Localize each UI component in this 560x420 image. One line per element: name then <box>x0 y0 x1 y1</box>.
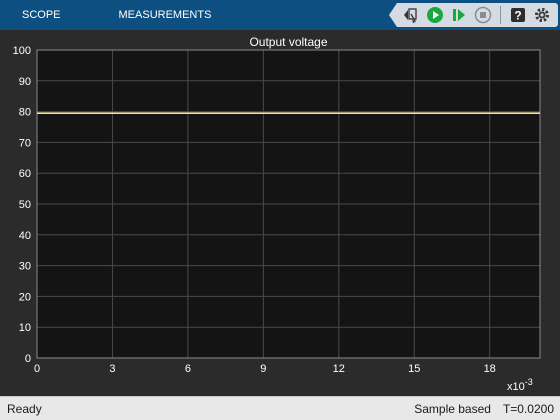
toolstrip: SCOPE MEASUREMENTS ? <box>0 0 560 30</box>
stop-icon[interactable] <box>472 4 494 26</box>
simulation-time: T=0.0200 <box>502 401 554 416</box>
y-tick-label: 10 <box>19 322 31 334</box>
y-tick-label: 60 <box>19 168 31 180</box>
x-tick-label: 9 <box>260 363 266 375</box>
x-tick-label: 6 <box>185 363 191 375</box>
help-icon[interactable]: ? <box>507 4 529 26</box>
y-tick-label: 0 <box>25 353 31 365</box>
x-tick-label: 12 <box>333 363 345 375</box>
y-tick-label: 100 <box>13 45 31 57</box>
x-tick-label: 15 <box>408 363 420 375</box>
scope-figure: 0 10 20 30 40 50 60 70 80 90 100 0 3 6 9 12 15 18 Output v… <box>0 30 560 396</box>
toolbar-separator <box>500 6 501 24</box>
status-bar: Ready Sample based T=0.0200 <box>0 396 560 420</box>
output-voltage-plot: 0 10 20 30 40 50 60 70 80 90 100 0 3 6 9 12 15 18 Output v… <box>13 35 541 393</box>
y-tick-label: 80 <box>19 107 31 119</box>
sampling-mode: Sample based <box>414 401 491 416</box>
y-tick-label: 70 <box>19 137 31 149</box>
status-text: Ready <box>7 401 42 416</box>
quick-access-toolbar: ? <box>389 3 558 27</box>
x-tick-label: 18 <box>484 363 496 375</box>
x-exponent-label: x10-3 <box>507 377 533 393</box>
y-tick-label: 20 <box>19 291 31 303</box>
x-tick-label: 3 <box>109 363 115 375</box>
svg-text:?: ? <box>514 9 521 23</box>
y-tick-label: 90 <box>19 76 31 88</box>
y-tick-label: 40 <box>19 230 31 242</box>
tab-measurements[interactable]: MEASUREMENTS <box>105 0 226 30</box>
signal-select-icon[interactable] <box>400 4 422 26</box>
run-icon[interactable] <box>424 4 446 26</box>
y-tick-label: 50 <box>19 199 31 211</box>
x-tick-label: 0 <box>34 363 40 375</box>
step-forward-icon[interactable] <box>448 4 470 26</box>
chart-title: Output voltage <box>249 35 327 49</box>
y-tick-label: 30 <box>19 261 31 273</box>
tab-scope[interactable]: SCOPE <box>0 0 105 30</box>
settings-icon[interactable] <box>531 4 553 26</box>
